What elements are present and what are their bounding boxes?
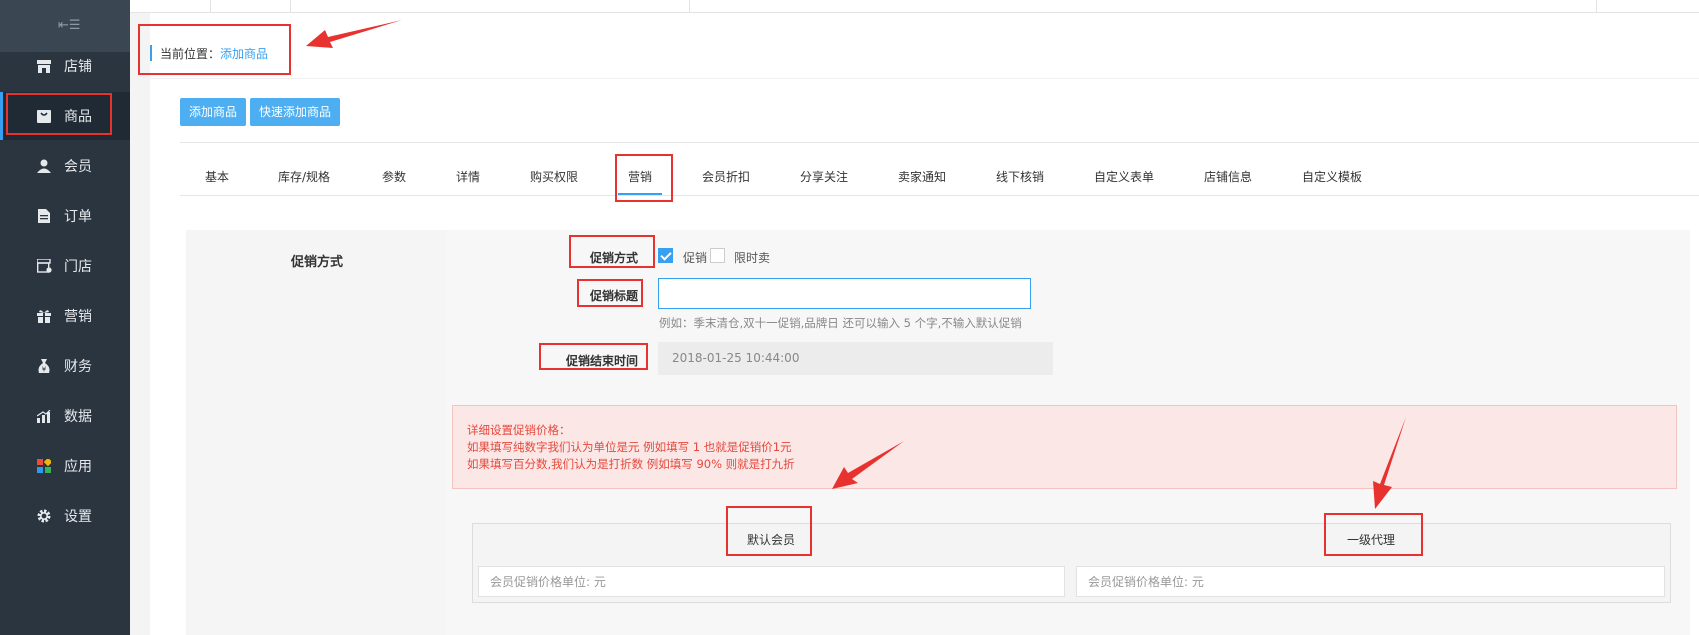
sidebar-item-settings[interactable]: 设置 [0, 492, 130, 540]
money-bag-icon: ¥ [36, 358, 52, 374]
sidebar-item-label: 店铺 [64, 59, 92, 75]
flash-sale-checkbox-label: 限时卖 [734, 251, 771, 265]
sidebar-item-label: 订单 [64, 209, 92, 225]
annotation-box-method-label [569, 235, 655, 268]
apps-grid-icon [36, 458, 52, 474]
top-nav-strip [130, 0, 1699, 13]
svg-text:¥: ¥ [42, 366, 47, 374]
gift-icon [36, 308, 52, 324]
sidebar-item-apps[interactable]: 应用 [0, 442, 130, 490]
sidebar-item-label: 数据 [64, 409, 92, 425]
store-icon [36, 58, 52, 74]
order-document-icon [36, 208, 52, 224]
shop-location-icon [36, 258, 52, 274]
tab-purchase-permission[interactable]: 购买权限 [530, 168, 578, 185]
sidebar-item-label: 财务 [64, 359, 92, 375]
promotion-end-time-input[interactable]: 2018-01-25 10:44:00 [658, 342, 1053, 375]
sidebar-item-marketing[interactable]: 营销 [0, 292, 130, 340]
tab-custom-form[interactable]: 自定义表单 [1094, 168, 1154, 185]
annotation-box-default-member [726, 506, 812, 556]
default-member-price-input[interactable]: 会员促销价格单位: 元 [478, 566, 1065, 597]
tab-detail[interactable]: 详情 [456, 168, 480, 185]
menu-collapse-icon[interactable]: ⇤☰ [58, 18, 81, 33]
tab-offline-verify[interactable]: 线下核销 [996, 168, 1044, 185]
alert-line: 如果填写纯数字我们认为单位是元 例如填写 1 也就是促销价1元 [467, 440, 792, 454]
promotion-checkbox[interactable] [658, 248, 673, 263]
annotation-box-tab-marketing [615, 154, 673, 202]
alert-line: 如果填写百分数,我们认为是打折数 例如填写 90% 则就是打九折 [467, 457, 795, 471]
level1-agent-price-input[interactable]: 会员促销价格单位: 元 [1076, 566, 1665, 597]
sidebar-item-data[interactable]: 数据 [0, 392, 130, 440]
annotation-box-end-time-label [539, 343, 648, 370]
sidebar-item-order[interactable]: 订单 [0, 192, 130, 240]
sidebar-item-label: 门店 [64, 259, 92, 275]
annotation-arrow-level1-agent [1373, 417, 1406, 509]
add-goods-button[interactable]: 添加商品 [180, 98, 247, 126]
tab-custom-template[interactable]: 自定义模板 [1302, 168, 1362, 185]
annotation-box-sidebar-goods [6, 93, 112, 135]
tab-shop-info[interactable]: 店铺信息 [1204, 168, 1252, 185]
sidebar-item-label: 营销 [64, 309, 92, 325]
tab-member-discount[interactable]: 会员折扣 [702, 168, 750, 185]
sidebar-item-label: 设置 [64, 509, 92, 525]
form-section-label-column [186, 230, 446, 635]
annotation-box-level1-agent [1324, 513, 1423, 556]
sidebar-item-shop[interactable]: 门店 [0, 242, 130, 290]
annotation-box-title-label [577, 279, 643, 307]
tab-seller-notice[interactable]: 卖家通知 [898, 168, 946, 185]
tab-basic[interactable]: 基本 [205, 168, 229, 185]
section-title: 促销方式 [291, 255, 344, 270]
annotation-arrow-breadcrumb [306, 20, 402, 48]
user-icon [36, 158, 52, 174]
flash-sale-checkbox[interactable] [710, 248, 725, 263]
tab-params[interactable]: 参数 [382, 168, 406, 185]
sidebar-item-label: 应用 [64, 459, 92, 475]
bar-chart-icon [36, 408, 52, 424]
promotion-checkbox-label: 促销 [683, 251, 708, 265]
promotion-title-input[interactable] [658, 278, 1031, 309]
sidebar-item-label: 会员 [64, 159, 92, 175]
annotation-box-breadcrumb [138, 24, 291, 75]
tab-stock-spec[interactable]: 库存/规格 [278, 168, 330, 185]
quick-add-goods-button[interactable]: 快速添加商品 [250, 98, 341, 126]
promotion-price-alert: 详细设置促销价格： 如果填写纯数字我们认为单位是元 例如填写 1 也就是促销价1… [452, 405, 1677, 489]
sidebar-item-store[interactable]: 店铺 [0, 42, 130, 90]
alert-line: 详细设置促销价格： [467, 423, 571, 437]
promotion-title-hint: 例如：季末清仓,双十一促销,品牌日 还可以输入 5 个字,不输入默认促销 [659, 316, 1022, 330]
gear-icon [36, 508, 52, 524]
sidebar-item-finance[interactable]: ¥ 财务 [0, 342, 130, 390]
tab-share-follow[interactable]: 分享关注 [800, 168, 848, 185]
sidebar-item-member[interactable]: 会员 [0, 142, 130, 190]
annotation-arrow-default-member [832, 441, 904, 489]
